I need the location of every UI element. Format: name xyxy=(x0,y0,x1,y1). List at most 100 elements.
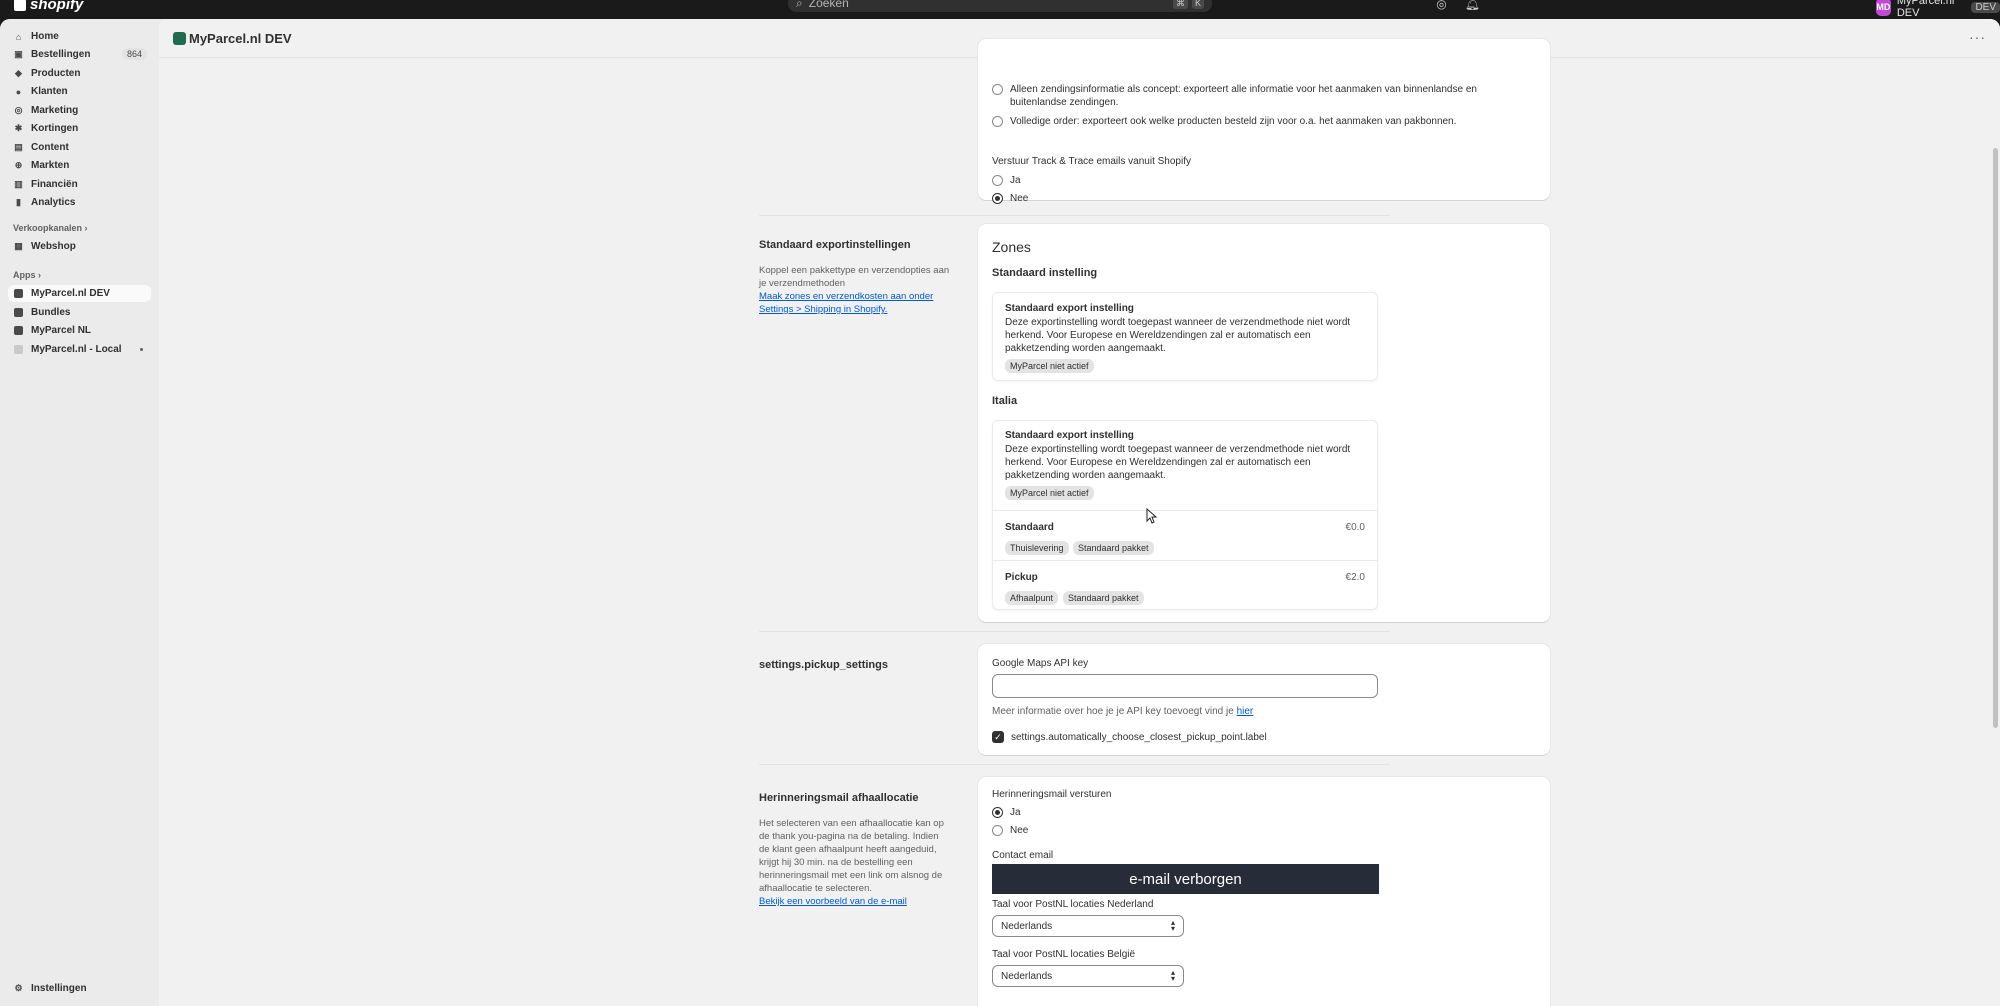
unpinned-dot-icon xyxy=(140,348,143,351)
closest-pickup-checkbox-row[interactable]: ✓ settings.automatically_choose_closest_… xyxy=(992,731,1267,743)
google-maps-api-key-input[interactable] xyxy=(992,674,1378,698)
rate-name-standaard[interactable]: Standaard xyxy=(1005,522,1054,533)
sales-channels-label: Verkoopkanalen xyxy=(13,223,83,233)
app-icon xyxy=(14,345,23,354)
api-key-help: Meer informatie over hoe je je API key t… xyxy=(992,706,1253,717)
package-type-badge: Standaard pakket xyxy=(1073,541,1154,555)
export-concept-option[interactable]: Alleen zendingsinformatie als concept: e… xyxy=(992,83,1532,109)
reminder-mail-title: Herinneringsmail afhaallocatie xyxy=(759,792,919,804)
create-zones-link[interactable]: Maak zones en verzendkosten aan onder Se… xyxy=(759,291,933,315)
mouse-cursor-icon xyxy=(1146,508,1158,524)
sidebar-item-label: Producten xyxy=(31,68,81,79)
sidebar-item-markets[interactable]: ⊕ Markten xyxy=(8,157,151,174)
myparcel-logo-icon xyxy=(173,32,186,45)
rate-price: €2.0 xyxy=(1345,572,1365,583)
sales-channels-heading[interactable]: Verkoopkanalen › xyxy=(13,223,88,233)
sidebar-item-label: Bundles xyxy=(31,307,71,318)
shortcut-key-cmd: ⌘ xyxy=(1172,0,1188,9)
lang-be-value: Nederlands xyxy=(1001,970,1053,982)
gear-icon: ⚙ xyxy=(14,983,23,993)
target-icon: ◎ xyxy=(14,105,23,115)
export-full-option[interactable]: Volledige order: exporteert ook welke pr… xyxy=(992,115,1532,128)
scrollbar-thumb[interactable] xyxy=(1993,148,1998,728)
default-setting-heading: Standaard instelling xyxy=(992,267,1098,279)
export-concept-label: Alleen zendingsinformatie als concept: e… xyxy=(1010,84,1477,108)
card-title: Standaard export instelling xyxy=(1005,303,1134,314)
lang-nl-select[interactable]: Nederlands ▴ ▾ xyxy=(992,915,1184,937)
contact-email-redacted: e-mail verborgen xyxy=(992,864,1379,894)
email-preview-link[interactable]: Bekijk een voorbeeld van de e-mail xyxy=(759,896,907,907)
store-icon: ▦ xyxy=(14,241,23,251)
sidebar-item-label: Webshop xyxy=(31,241,76,252)
chart-icon: ▮ xyxy=(16,197,21,207)
sidebar-item-label: Home xyxy=(31,31,59,42)
search-input[interactable]: ⌕ Zoeken ⌘ K xyxy=(788,0,1212,12)
lang-nl-value: Nederlands xyxy=(1001,920,1053,932)
track-trace-label: Verstuur Track & Trace emails vanuit Sho… xyxy=(992,156,1191,167)
radio-concept[interactable] xyxy=(992,84,1003,95)
api-key-help-text: Meer informatie over hoe je je API key t… xyxy=(992,706,1234,717)
apps-heading[interactable]: Apps › xyxy=(13,270,41,280)
radio-track-no[interactable] xyxy=(992,193,1003,204)
store-menu[interactable]: MD MyParcel.nl DEV DEV xyxy=(1876,0,2000,19)
default-export-title: Standaard exportinstellingen xyxy=(759,239,911,251)
track-yes-label: Ja xyxy=(1010,175,1021,186)
main-scrollbar[interactable] xyxy=(1991,58,2000,1006)
export-full-label: Volledige order: exporteert ook welke pr… xyxy=(1010,116,1457,127)
shopify-logo[interactable]: shopify xyxy=(14,0,83,13)
select-arrows-icon: ▴ ▾ xyxy=(1170,968,1175,983)
card-text: Deze exportinstelling wordt toegepast wa… xyxy=(1005,444,1351,481)
radio-reminder-yes[interactable] xyxy=(992,807,1003,818)
sidebar-item-analytics[interactable]: ▮ Analytics xyxy=(8,194,151,211)
section-divider xyxy=(759,631,1390,632)
sidebar-item-webshop[interactable]: ▦ Webshop xyxy=(8,238,151,255)
reminder-desc-text: Het selecteren van een afhaallocatie kan… xyxy=(759,818,944,894)
italia-zone-card: Standaard export instelling Deze exporti… xyxy=(992,420,1378,610)
sidebar-item-myparcel-dev[interactable]: MyParcel.nl DEV xyxy=(8,285,151,302)
export-mode-card: Alleen zendingsinformatie als concept: e… xyxy=(978,39,1550,204)
radio-reminder-no[interactable] xyxy=(992,825,1003,836)
default-export-description: Koppel een pakkettype en verzendopties a… xyxy=(759,264,959,316)
sidebar-item-content[interactable]: ▤ Content xyxy=(8,139,151,156)
track-yes-option[interactable]: Ja xyxy=(992,174,1021,187)
store-dev-badge: DEV xyxy=(1971,1,2000,13)
default-export-setting-card[interactable]: Standaard export instelling Deze exporti… xyxy=(992,292,1378,381)
app-icon xyxy=(14,308,23,317)
radio-full-order[interactable] xyxy=(992,116,1003,127)
sidebar-item-orders[interactable]: ▣ Bestellingen 864 xyxy=(8,46,151,63)
app-title: MyParcel.nl DEV xyxy=(189,31,292,46)
sidebar-item-settings[interactable]: ⚙ Instellingen xyxy=(8,980,151,997)
api-key-help-link[interactable]: hier xyxy=(1237,706,1254,717)
shortcut-key-k: K xyxy=(1191,0,1204,9)
discount-icon: ✱ xyxy=(14,123,23,133)
rate-price: €0.0 xyxy=(1345,522,1365,533)
sidebar-item-home[interactable]: ⌂ Home xyxy=(8,28,151,45)
person-icon: ● xyxy=(15,86,22,97)
sidebar-item-marketing[interactable]: ◎ Marketing xyxy=(8,102,151,119)
closest-pickup-checkbox[interactable]: ✓ xyxy=(992,731,1004,743)
sidebar-item-finances[interactable]: ▥ Financiën xyxy=(8,176,151,193)
sidebar-item-customers[interactable]: ● Klanten xyxy=(8,83,151,100)
store-avatar: MD xyxy=(1876,0,1891,16)
sidebar-item-discounts[interactable]: ✱ Kortingen xyxy=(8,120,151,137)
more-actions-icon[interactable]: ··· xyxy=(1969,29,1986,45)
sidebar-item-label: MyParcel.nl - Local xyxy=(31,344,122,355)
rate-name-pickup[interactable]: Pickup xyxy=(1005,572,1038,583)
bell-icon[interactable]: 🔔︎ xyxy=(1465,0,1480,11)
sidekick-icon[interactable]: ◎ xyxy=(1436,0,1446,11)
radio-track-yes[interactable] xyxy=(992,175,1003,186)
track-no-label: Nee xyxy=(1010,193,1029,204)
sidebar-item-myparcel-nl[interactable]: MyParcel NL xyxy=(8,322,151,339)
sidebar-item-label: Kortingen xyxy=(31,123,79,134)
sidebar-item-myparcel-local[interactable]: MyParcel.nl - Local xyxy=(8,341,151,358)
reminder-yes-option[interactable]: Ja xyxy=(992,806,1021,819)
sidebar-item-bundles[interactable]: Bundles xyxy=(8,304,151,321)
sidebar-item-products[interactable]: ◆ Producten xyxy=(8,65,151,82)
track-no-option[interactable]: Nee xyxy=(992,192,1028,205)
send-reminder-label: Herinneringsmail versturen xyxy=(992,789,1112,800)
reminder-no-option[interactable]: Nee xyxy=(992,824,1028,837)
sidebar-item-label: Markten xyxy=(31,160,70,171)
delivery-type-badge: Thuislevering xyxy=(1005,541,1069,555)
top-bar: shopify ⌕ Zoeken ⌘ K ◎ 🔔︎ MD MyParcel.nl… xyxy=(0,0,2000,19)
lang-be-select[interactable]: Nederlands ▴ ▾ xyxy=(992,965,1184,987)
